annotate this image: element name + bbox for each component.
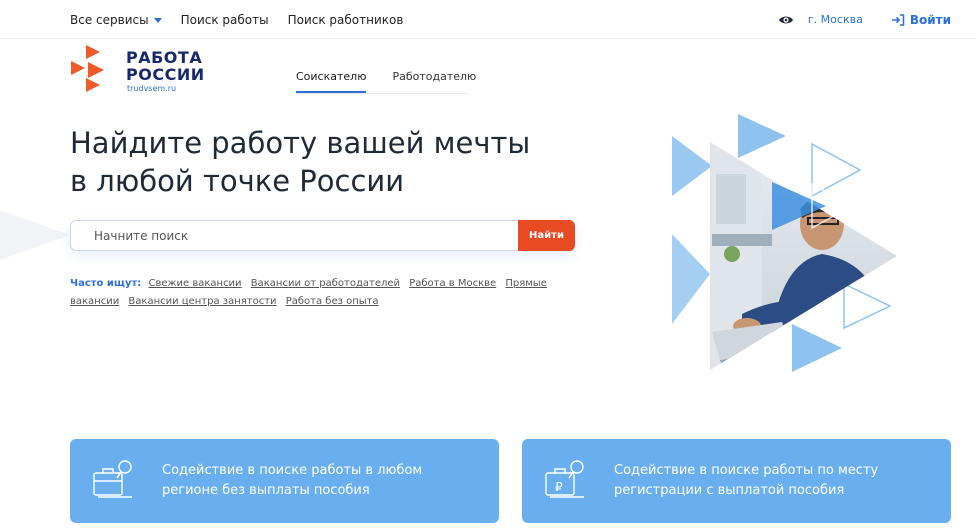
top-nav: Все сервисы Поиск работы Поиск работнико… bbox=[70, 0, 403, 39]
search-input[interactable] bbox=[71, 221, 519, 250]
search-bar: Найти bbox=[70, 220, 575, 251]
popular-link-no-experience[interactable]: Работа без опыта bbox=[286, 296, 379, 307]
search-button[interactable]: Найти bbox=[518, 220, 575, 251]
site-logo[interactable]: РАБОТА РОССИИ trudvsem.ru bbox=[70, 44, 210, 94]
tab-employer[interactable]: Работодателю bbox=[392, 70, 476, 93]
nav-worker-search[interactable]: Поиск работников bbox=[288, 13, 404, 27]
hero-title-line2: в любой точке России bbox=[70, 164, 405, 198]
hero-illustration bbox=[672, 114, 897, 372]
audience-tabs: Соискателю Работодателю bbox=[296, 70, 476, 93]
tabs-divider bbox=[296, 93, 468, 94]
service-card-text: Содействие в поиске работы по месту реги… bbox=[614, 463, 879, 498]
hero-title-line1: Найдите работу вашей мечты bbox=[70, 126, 531, 160]
chevron-down-icon bbox=[153, 18, 162, 23]
login-label: Войти bbox=[909, 12, 951, 27]
all-services-dropdown[interactable]: Все сервисы bbox=[70, 13, 162, 27]
svg-text:₽: ₽ bbox=[555, 480, 563, 494]
service-card-registration-region[interactable]: ₽ Содействие в поиске работы по месту ре… bbox=[522, 439, 951, 523]
tab-job-seeker[interactable]: Соискателю bbox=[296, 70, 367, 93]
login-icon bbox=[891, 13, 905, 26]
service-card-text: Содействие в поиске работы в любом регио… bbox=[162, 463, 423, 498]
popular-link-fresh-vacancies[interactable]: Свежие вакансии bbox=[148, 278, 241, 289]
popular-link-employment-center[interactable]: Вакансии центра занятости bbox=[128, 296, 276, 307]
logo-line2: РОССИИ bbox=[126, 65, 205, 84]
hero-title: Найдите работу вашей мечты в любой точке… bbox=[70, 124, 610, 200]
popular-link-moscow-jobs[interactable]: Работа в Москве bbox=[409, 278, 496, 289]
briefcase-search-icon bbox=[93, 460, 132, 498]
service-card-any-region[interactable]: Содействие в поиске работы в любом регио… bbox=[70, 439, 499, 523]
popular-link-employer-vacancies[interactable]: Вакансии от работодателей bbox=[251, 278, 400, 289]
top-bar: Все сервисы Поиск работы Поиск работнико… bbox=[0, 0, 976, 39]
popular-searches-label: Часто ищут: bbox=[70, 278, 142, 289]
eye-icon[interactable] bbox=[778, 12, 794, 28]
popular-searches: Часто ищут: Свежие вакансии Вакансии от … bbox=[70, 275, 580, 311]
nav-job-search[interactable]: Поиск работы bbox=[181, 13, 269, 27]
logo-subtitle: trudvsem.ru bbox=[127, 84, 177, 93]
logo-arrows-icon bbox=[71, 45, 104, 92]
briefcase-ruble-search-icon: ₽ bbox=[545, 460, 584, 498]
city-selector[interactable]: г. Москва bbox=[808, 13, 863, 26]
all-services-label: Все сервисы bbox=[70, 12, 149, 27]
login-button[interactable]: Войти bbox=[891, 13, 951, 27]
top-right-actions: г. Москва Войти bbox=[778, 0, 951, 39]
